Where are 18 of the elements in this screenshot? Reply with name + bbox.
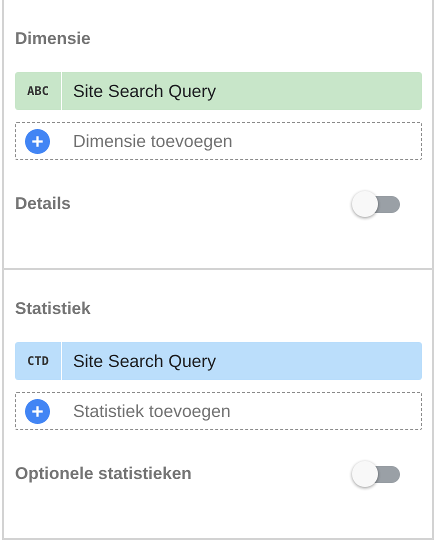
section-heading: Statistiek <box>15 298 92 320</box>
add-icon <box>25 398 50 424</box>
field-chip[interactable]: ABC Site Search Query <box>15 72 422 110</box>
toggle-switch[interactable] <box>352 190 400 218</box>
toggle-label: Optionele statistieken <box>15 464 192 484</box>
toggle-switch[interactable] <box>352 460 400 488</box>
add-placeholder: Statistiek toevoegen <box>73 400 231 422</box>
add-placeholder: Dimensie toevoegen <box>73 130 233 152</box>
add-field[interactable]: Dimensie toevoegen <box>15 122 422 160</box>
field-name: Site Search Query <box>72 80 216 102</box>
field-chip[interactable]: CTD Site Search Query <box>15 342 422 380</box>
type-label: ABC <box>15 72 62 110</box>
field-name: Site Search Query <box>72 350 216 372</box>
add-field[interactable]: Statistiek toevoegen <box>15 392 422 430</box>
type-label: CTD <box>15 342 62 380</box>
toggle-label: Details <box>15 194 71 214</box>
section-heading: Dimensie <box>15 28 92 50</box>
add-icon <box>25 128 50 154</box>
